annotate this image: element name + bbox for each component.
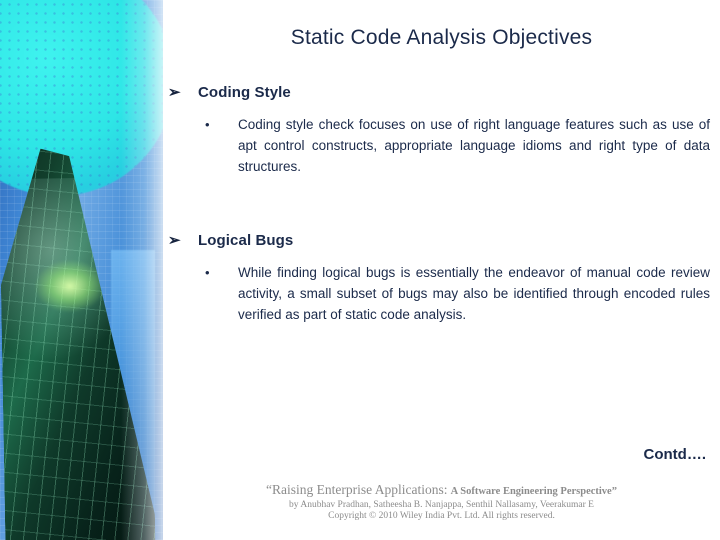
footer-authors: by Anubhav Pradhan, Satheesha B. Nanjapp… bbox=[289, 500, 594, 510]
section-heading-coding-style: ➢ Coding Style bbox=[163, 84, 720, 101]
slide-title: Static Code Analysis Objectives bbox=[290, 26, 593, 49]
section-logical-bugs: ➢ Logical Bugs • While finding logical b… bbox=[163, 232, 720, 325]
footer-book-subtitle: A Software Engineering Perspective bbox=[450, 486, 612, 497]
section-heading-logical-bugs: ➢ Logical Bugs bbox=[163, 232, 720, 249]
slide-footer: “Raising Enterprise Applications: A Soft… bbox=[163, 482, 720, 521]
arrow-bullet-icon: ➢ bbox=[168, 232, 181, 249]
presentation-slide: Static Code Analysis Objectives ➢ Coding… bbox=[0, 0, 720, 540]
section-heading-label: Coding Style bbox=[198, 84, 291, 101]
section-coding-style: ➢ Coding Style • Coding style check focu… bbox=[163, 84, 720, 177]
continuation-label: Contd…. bbox=[643, 446, 706, 463]
bullet-point-text: While finding logical bugs is essentiall… bbox=[238, 265, 710, 322]
bullet-point: • While finding logical bugs is essentia… bbox=[163, 262, 720, 325]
bullet-point-text: Coding style check focuses on use of rig… bbox=[238, 117, 710, 174]
art-skyscraper-highlight bbox=[34, 260, 105, 313]
section-heading-label: Logical Bugs bbox=[198, 232, 294, 249]
side-art-image bbox=[0, 0, 163, 540]
footer-book-title: “Raising Enterprise Applications: A Soft… bbox=[163, 482, 720, 498]
bullet-point: • Coding style check focuses on use of r… bbox=[163, 114, 720, 177]
arrow-bullet-icon: ➢ bbox=[168, 84, 181, 101]
dot-bullet-icon: • bbox=[205, 117, 210, 132]
footer-book-title-main: Raising Enterprise Applications: bbox=[272, 482, 448, 497]
art-right-sheen bbox=[121, 0, 163, 540]
footer-copyright: Copyright © 2010 Wiley India Pvt. Ltd. A… bbox=[328, 511, 555, 521]
footer-quote-close: ” bbox=[611, 486, 617, 497]
dot-bullet-icon: • bbox=[205, 265, 210, 280]
